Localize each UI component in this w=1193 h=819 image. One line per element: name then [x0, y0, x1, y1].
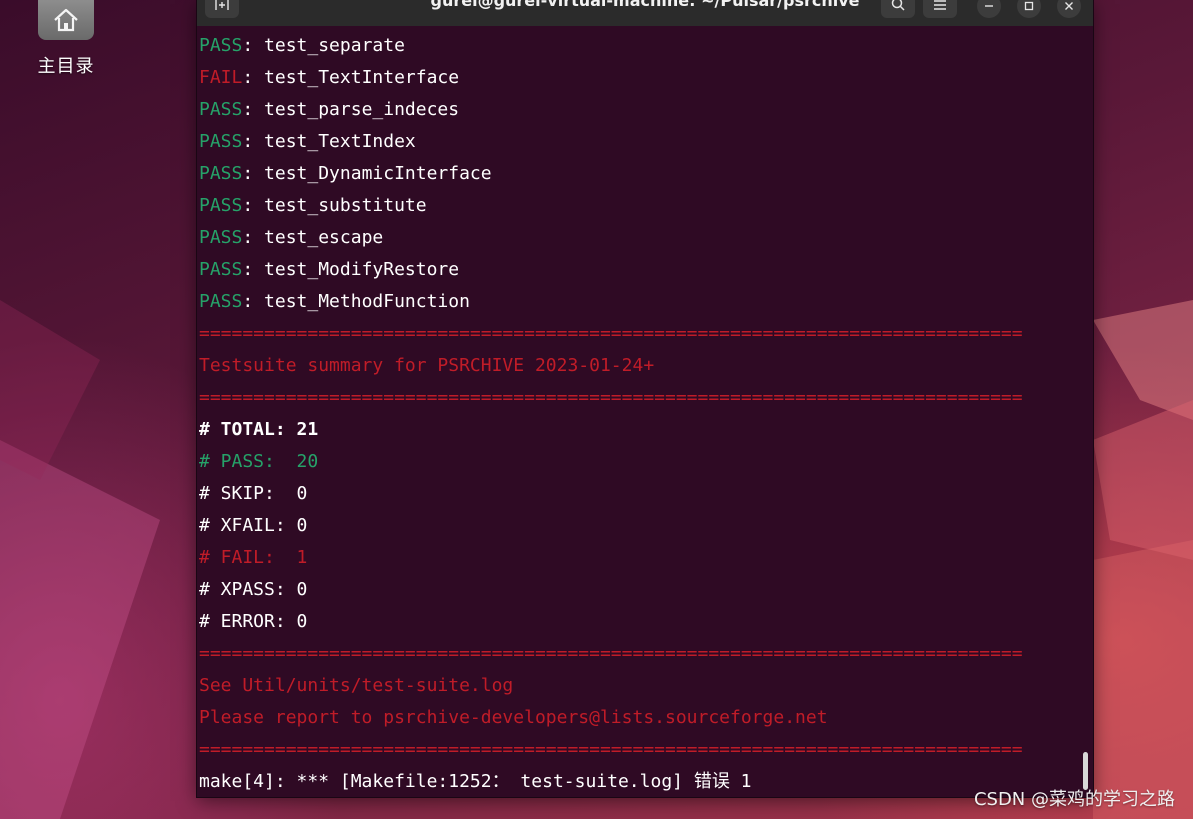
test-name: : test_separate	[242, 35, 405, 56]
test-status: PASS	[199, 195, 243, 216]
separator-line: ========================================…	[199, 739, 1023, 760]
summary-error: # ERROR: 0	[199, 611, 308, 632]
separator-line: ========================================…	[199, 323, 1023, 344]
summary-title: Testsuite summary for PSRCHIVE 2023-01-2…	[199, 355, 655, 376]
test-status: PASS	[199, 35, 243, 56]
test-status: PASS	[199, 291, 243, 312]
terminal-output[interactable]: PASS: test_separate FAIL: test_TextInter…	[199, 30, 1079, 797]
summary-fail: # FAIL: 1	[199, 547, 308, 568]
test-name: : test_escape	[242, 227, 384, 248]
test-result-line: PASS: test_DynamicInterface	[199, 158, 1079, 190]
make-error-line: make[4]: *** [Makefile:1252： test-suite.…	[199, 771, 752, 792]
test-name: : test_ModifyRestore	[242, 259, 460, 280]
home-icon	[38, 0, 94, 40]
test-result-line: PASS: test_substitute	[199, 190, 1079, 222]
window-title: gurei@gurei-virtual-machine: ~/Pulsar/ps…	[430, 0, 860, 10]
test-name: : test_TextInterface	[242, 67, 460, 88]
test-result-line: PASS: test_separate	[199, 30, 1079, 62]
see-log-line: See Util/units/test-suite.log	[199, 675, 514, 696]
test-result-line: PASS: test_TextIndex	[199, 126, 1079, 158]
test-result-line: PASS: test_MethodFunction	[199, 286, 1079, 318]
desktop-home-shortcut[interactable]: 主目录	[28, 0, 104, 78]
test-status: PASS	[199, 259, 243, 280]
summary-xfail: # XFAIL: 0	[199, 515, 308, 536]
test-name: : test_parse_indeces	[242, 99, 460, 120]
test-status: PASS	[199, 131, 243, 152]
test-status: FAIL	[199, 67, 243, 88]
summary-total: # TOTAL: 21	[199, 419, 319, 440]
desktop-home-label: 主目录	[37, 56, 95, 77]
maximize-icon[interactable]	[1017, 0, 1041, 18]
summary-xpass: # XPASS: 0	[199, 579, 308, 600]
terminal-window[interactable]: gurei@gurei-virtual-machine: ~/Pulsar/ps…	[197, 0, 1093, 797]
report-line: Please report to psrchive-developers@lis…	[199, 707, 828, 728]
test-name: : test_substitute	[242, 195, 427, 216]
summary-pass: # PASS: 20	[199, 451, 319, 472]
search-icon[interactable]	[881, 0, 915, 18]
test-name: : test_TextIndex	[242, 131, 416, 152]
separator-line: ========================================…	[199, 387, 1023, 408]
watermark: CSDN @菜鸡的学习之路	[973, 789, 1175, 810]
test-result-line: FAIL: test_TextInterface	[199, 62, 1079, 94]
test-result-line: PASS: test_parse_indeces	[199, 94, 1079, 126]
separator-line: ========================================…	[199, 643, 1023, 664]
test-result-line: PASS: test_ModifyRestore	[199, 254, 1079, 286]
test-status: PASS	[199, 227, 243, 248]
window-titlebar[interactable]: gurei@gurei-virtual-machine: ~/Pulsar/ps…	[197, 0, 1093, 26]
test-name: : test_MethodFunction	[242, 291, 470, 312]
test-result-line: PASS: test_escape	[199, 222, 1079, 254]
hamburger-menu-icon[interactable]	[923, 0, 957, 18]
summary-skip: # SKIP: 0	[199, 483, 308, 504]
test-status: PASS	[199, 99, 243, 120]
test-status: PASS	[199, 163, 243, 184]
minimize-icon[interactable]	[977, 0, 1001, 18]
test-name: : test_DynamicInterface	[242, 163, 492, 184]
close-icon[interactable]	[1057, 0, 1081, 18]
